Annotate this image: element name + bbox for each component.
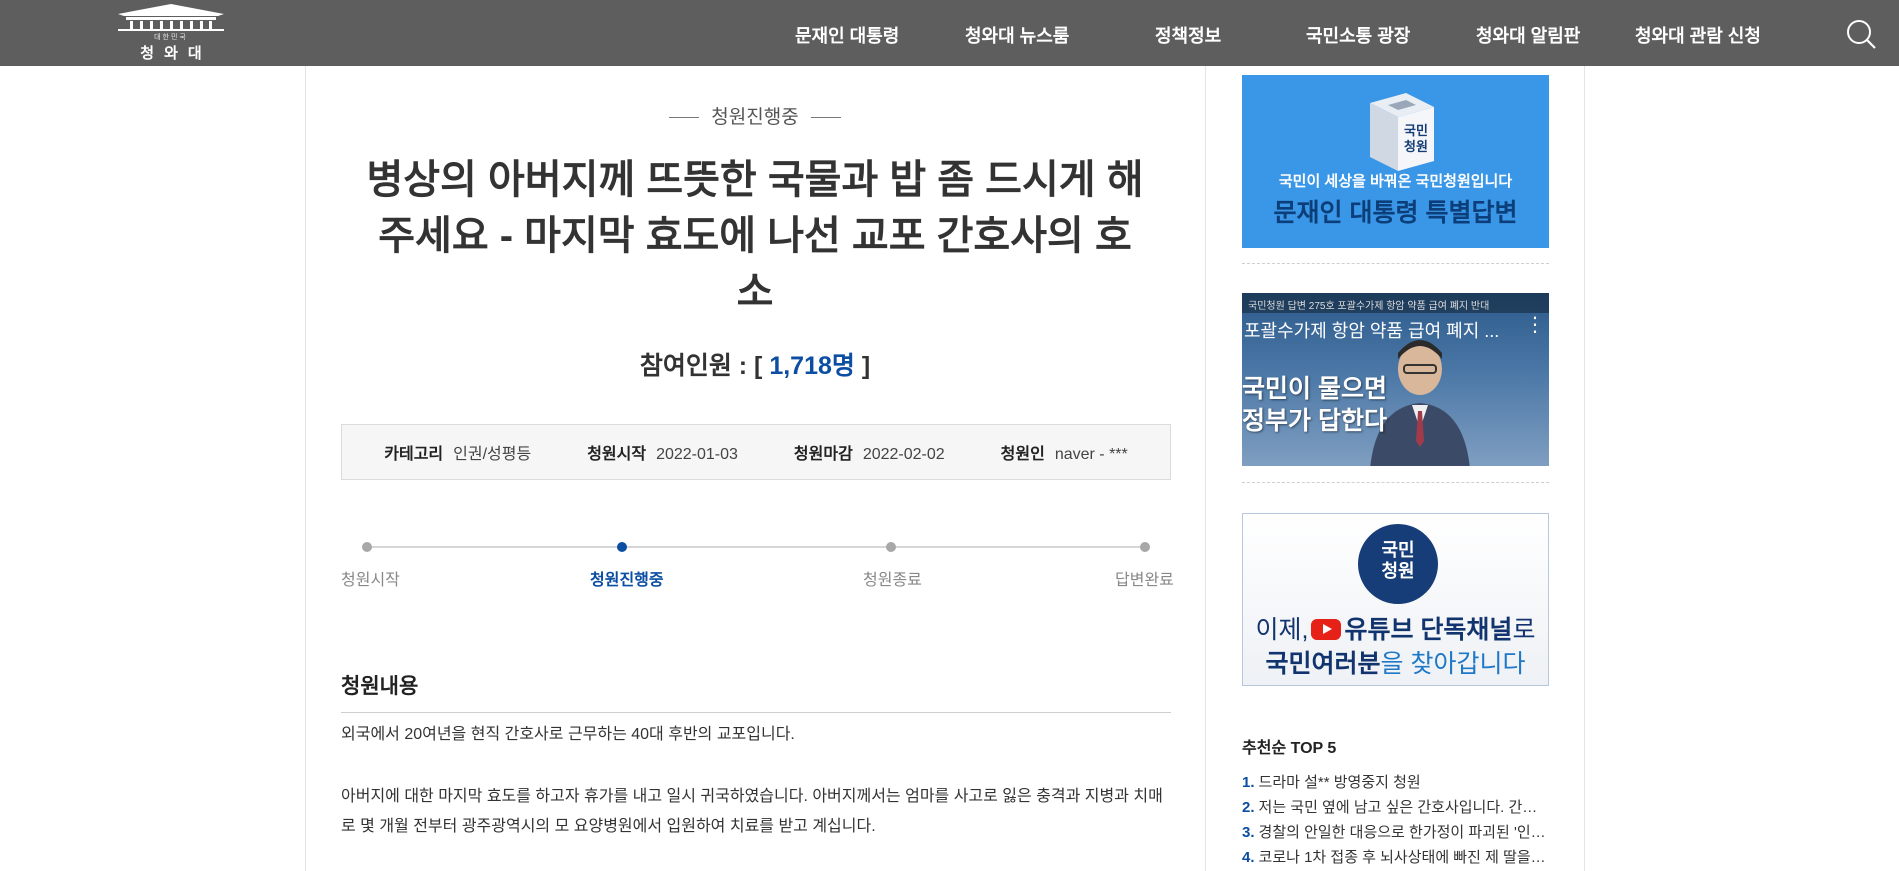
info-end-label: 청원마감 xyxy=(793,446,853,463)
top5-item[interactable]: 1. 드라마 설** 방영중지 청원 xyxy=(1242,770,1549,795)
top5-rank: 4. xyxy=(1242,849,1255,866)
info-category: 카테고리 인권/성평등 xyxy=(384,440,531,464)
banner3-line2: 국민여러분을 찾아갑니다 xyxy=(1243,644,1548,680)
participants-label: 참여인원 : [ xyxy=(639,352,763,380)
ballot-box-icon: 국민 청원 xyxy=(1370,93,1434,171)
top5-text: 경찰의 안일한 대응으로 한가정이 파괴된 '인천 흉기난동 사건' xyxy=(1258,824,1549,841)
banner3-line2-bold: 국민여러분 xyxy=(1265,650,1381,678)
nav-notice[interactable]: 청와대 알림판 xyxy=(1476,22,1580,48)
banner3-line1-post: 로 xyxy=(1512,616,1536,644)
youtube-channel-banner[interactable]: 국민 청원 이제, 유튜브 단독채널로 국민여러분을 찾아갑니다 xyxy=(1242,513,1549,686)
video-overlay-line2: 정부가 답한다 xyxy=(1242,407,1387,435)
status-text: 청원진행중 xyxy=(711,107,799,128)
youtube-icon xyxy=(1311,618,1342,640)
participants-number: 1,718명 xyxy=(769,352,855,380)
info-end: 청원마감 2022-02-02 xyxy=(794,440,945,464)
step-label-ongoing: 청원진행중 xyxy=(590,572,664,589)
content-heading: 청원내용 xyxy=(341,670,1171,713)
info-end-value: 2022-02-02 xyxy=(862,446,945,463)
progress-dot-answered xyxy=(1140,542,1150,552)
content-paragraph-1: 외국에서 20여년을 현직 간호사로 근무하는 40대 후반의 교포입니다. xyxy=(341,726,795,743)
top5-rank: 2. xyxy=(1242,799,1255,816)
sidebar-separator-1 xyxy=(1242,263,1549,264)
video-overlay-line1: 국민이 물으면 xyxy=(1242,375,1387,403)
info-author-value: naver - *** xyxy=(1054,446,1128,463)
top5-heading: 추천순 TOP 5 xyxy=(1242,740,1337,757)
info-category-value: 인권/성평등 xyxy=(453,446,532,463)
petition-status: 청원진행중 xyxy=(340,102,1170,129)
nav-policy[interactable]: 정책정보 xyxy=(1155,22,1221,48)
banner3-line1: 이제, 유튜브 단독채널로 xyxy=(1243,610,1548,646)
progress-dot-start xyxy=(362,542,372,552)
petition-video-thumbnail[interactable]: 국민청원 답변 275호 포괄수가제 항암 약품 급여 폐지 반대 포괄수가제 … xyxy=(1242,293,1549,466)
special-answer-banner[interactable]: 국민 청원 국민이 세상을 바꿔온 국민청원입니다 문재인 대통령 특별답변 xyxy=(1242,75,1549,248)
top5-text: 코로나 1차 접종 후 뇌사상태에 빠진 제 딸을 살려주세요 xyxy=(1258,849,1549,866)
info-author-label: 청원인 xyxy=(1000,446,1045,463)
participants-count: 참여인원 : [ 1,718명 ] xyxy=(340,346,1170,382)
top5-text: 저는 국민 옆에 남고 싶은 간호사입니다. 간호법 제정을 촉구합니다 xyxy=(1258,799,1549,816)
top5-list: 1. 드라마 설** 방영중지 청원 2. 저는 국민 옆에 남고 싶은 간호사입니… xyxy=(1242,770,1549,870)
info-author: 청원인 naver - *** xyxy=(1001,440,1128,464)
badge-text-1: 국민 xyxy=(1381,540,1415,560)
petition-info-box: 카테고리 인권/성평등 청원시작 2022-01-03 청원마감 2022-02-02… xyxy=(341,424,1171,480)
nav-president[interactable]: 문재인 대통령 xyxy=(795,22,899,48)
step-label-answered: 답변완료 xyxy=(1115,572,1174,589)
status-line-left xyxy=(669,117,700,119)
nav-newsroom[interactable]: 청와대 뉴스룸 xyxy=(965,22,1069,48)
step-label-start: 청원시작 xyxy=(341,572,400,589)
top5-rank: 3. xyxy=(1242,824,1255,841)
banner3-line1-bold: 유튜브 단독채널 xyxy=(1344,616,1513,644)
progress-dot-closed xyxy=(886,542,896,552)
petition-progress-bar xyxy=(362,542,1150,552)
banner3-line2-post: 을 찾아갑니다 xyxy=(1380,650,1526,678)
info-start-label: 청원시작 xyxy=(587,446,647,463)
info-start-value: 2022-01-03 xyxy=(656,446,738,463)
sidebar-separator-2 xyxy=(1242,482,1549,483)
progress-dot-ongoing xyxy=(617,542,627,552)
top-header: 대한민국 청와대 문재인 대통령 청와대 뉴스룸 정책정보 국민소통 광장 청와… xyxy=(0,0,1899,66)
banner3-line1-pre: 이제, xyxy=(1255,616,1309,644)
top5-rank: 1. xyxy=(1242,774,1255,791)
top5-item[interactable]: 4.코로나 1차 접종 후 뇌사상태에 빠진 제 딸을 살려주세요 xyxy=(1242,845,1549,870)
top5-item[interactable]: 2.저는 국민 옆에 남고 싶은 간호사입니다. 간호법 제정을 촉구합니다 xyxy=(1242,795,1549,820)
participants-bracket: ] xyxy=(861,352,871,380)
petition-title: 병상의 아버지께 뜨뜻한 국물과 밥 좀 드시게 해 주세요 - 마지막 효도에… xyxy=(366,158,1144,314)
top5-item[interactable]: 3.경찰의 안일한 대응으로 한가정이 파괴된 '인천 흉기난동 사건' xyxy=(1242,820,1549,845)
info-start: 청원시작 2022-01-03 xyxy=(587,440,738,464)
info-category-label: 카테고리 xyxy=(384,446,444,463)
top5-text: 드라마 설** 방영중지 청원 xyxy=(1258,774,1421,791)
column-divider xyxy=(1205,66,1206,871)
badge-text-2: 청원 xyxy=(1381,561,1415,581)
nav-tour[interactable]: 청와대 관람 신청 xyxy=(1635,22,1761,48)
nav-communication[interactable]: 국민소통 광장 xyxy=(1306,22,1410,48)
banner1-subtitle: 국민이 세상을 바꿔온 국민청원입니다 xyxy=(1278,173,1513,190)
video-menu-icon[interactable]: ⋮ xyxy=(1525,315,1545,335)
petition-badge: 국민 청원 xyxy=(1358,524,1438,604)
svg-text:청원: 청원 xyxy=(1404,139,1428,154)
content-paragraph-2: 아버지에 대한 마지막 효도를 하고자 휴가를 내고 일시 귀국하였습니다. 아… xyxy=(341,788,1163,835)
step-label-closed: 청원종료 xyxy=(863,572,922,589)
main-nav: 문재인 대통령 청와대 뉴스룸 정책정보 국민소통 광장 청와대 알림판 청와대… xyxy=(0,0,1899,66)
video-topstrip: 국민청원 답변 275호 포괄수가제 항암 약품 급여 폐지 반대 xyxy=(1242,293,1549,313)
svg-text:국민: 국민 xyxy=(1404,123,1428,138)
search-icon[interactable] xyxy=(1845,18,1877,50)
status-line-right xyxy=(810,117,841,119)
banner1-title: 문재인 대통령 특별답변 xyxy=(1273,199,1518,227)
